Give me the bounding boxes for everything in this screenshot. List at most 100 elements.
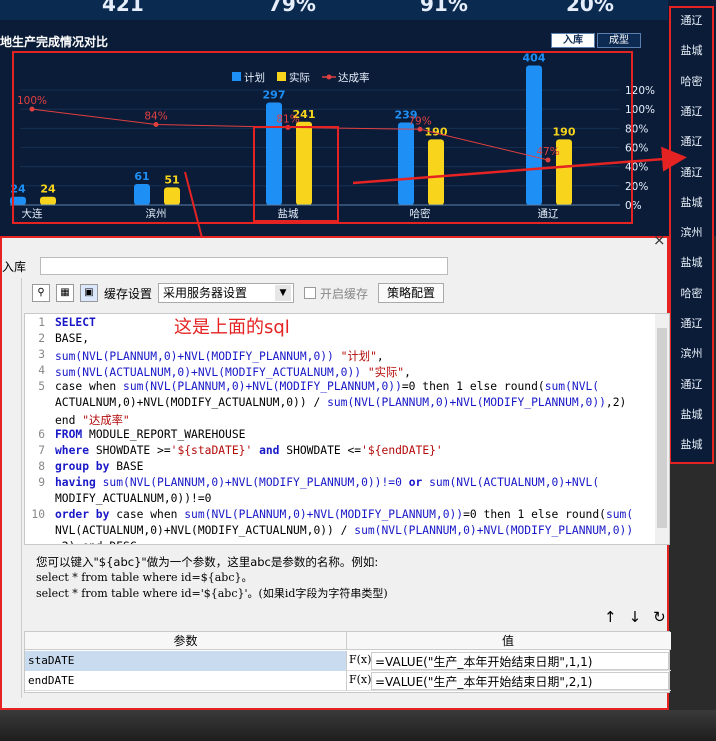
kpi-strip: 421 79% 91% 20% bbox=[0, 0, 668, 20]
bar-value-label: 61 bbox=[134, 170, 149, 183]
base-list-sidebar: 通辽 盐城 哈密 通辽 通辽 通辽 盐城 滨州 盐城 哈密 通辽 滨州 通辽 盐城 盐城 bbox=[669, 6, 714, 464]
cache-settings-label: 缓存设置 bbox=[104, 286, 153, 301]
sidebar-item[interactable]: 哈密 bbox=[671, 73, 712, 89]
params-header: 参数 值 bbox=[25, 632, 671, 650]
enable-cache-label: 开启缓存 bbox=[320, 286, 369, 301]
parameter-help: 您可以键入"${abc}"做为一个参数，这里abc是参数的名称。例如: sele… bbox=[36, 554, 388, 602]
bar bbox=[40, 196, 56, 205]
param-actions: ↑ ↓ ↻ bbox=[604, 608, 666, 626]
legend-swatch bbox=[277, 72, 286, 81]
policy-config-button[interactable]: 策略配置 bbox=[378, 283, 445, 303]
sidebar-item[interactable]: 哈密 bbox=[671, 285, 712, 301]
save-icon[interactable]: ▣ bbox=[80, 284, 98, 302]
help-line-2: select * from table where id=${abc}。 bbox=[36, 571, 253, 584]
line-number: 7 bbox=[38, 444, 45, 457]
params-table: 参数 值 staDATE F(x) =VALUE("生产_本年开始结束日期",1… bbox=[24, 631, 671, 693]
preview-icon[interactable]: ⚲ bbox=[32, 284, 50, 302]
sidebar-item[interactable]: 盐城 bbox=[671, 42, 712, 58]
sidebar-item[interactable]: 通辽 bbox=[671, 376, 712, 392]
legend-label: 达成率 bbox=[338, 71, 370, 84]
cache-select-value: 采用服务器设置 bbox=[163, 286, 248, 300]
sidebar-item[interactable]: 盐城 bbox=[671, 194, 712, 210]
dataset-name-input[interactable] bbox=[40, 257, 448, 275]
chevron-down-icon[interactable]: ▼ bbox=[275, 285, 292, 301]
y2-tick-label: 120% bbox=[625, 85, 655, 97]
bar-value-label: 24 bbox=[10, 183, 26, 196]
bar-value-label: 404 bbox=[523, 52, 546, 65]
param-row[interactable]: staDATE F(x) =VALUE("生产_本年开始结束日期",1,1) bbox=[25, 651, 671, 671]
sidebar-item[interactable]: 通辽 bbox=[671, 12, 712, 28]
rate-label: 79% bbox=[408, 115, 431, 127]
line-number: 6 bbox=[38, 428, 45, 441]
dashboard: 421 79% 91% 20% 地生产完成情况对比 入库 成型 0% 20% 40%… bbox=[0, 0, 716, 236]
bottom-bar bbox=[0, 710, 716, 741]
production-chart: 0% 20% 40% 60% 80% 100% 120% 计划 实际 达成率 24 24 大连 61 51 滨… bbox=[10, 52, 655, 220]
close-icon[interactable]: × bbox=[653, 231, 666, 249]
kpi-value-2: 79% bbox=[268, 0, 316, 16]
help-line-3: select * from table where id='${abc}'。(如… bbox=[36, 587, 388, 600]
line-number: 9 bbox=[38, 476, 45, 489]
rate-label: 84% bbox=[144, 111, 167, 123]
rate-point bbox=[285, 124, 291, 130]
sidebar-item[interactable]: 盐城 bbox=[671, 406, 712, 422]
database-icon[interactable]: ▦ bbox=[56, 284, 74, 302]
param-value-input[interactable]: =VALUE("生产_本年开始结束日期",2,1) bbox=[371, 672, 669, 690]
line-number: 5 bbox=[38, 380, 45, 393]
rate-point bbox=[545, 157, 551, 163]
bar-value-label: 297 bbox=[263, 88, 286, 101]
bar bbox=[428, 139, 444, 205]
sidebar-item[interactable]: 滨州 bbox=[671, 224, 712, 240]
y2-tick-label: 40% bbox=[625, 162, 648, 174]
param-value-input[interactable]: =VALUE("生产_本年开始结束日期",1,1) bbox=[371, 652, 669, 670]
rate-label: 47% bbox=[536, 146, 559, 158]
refresh-icon[interactable]: ↻ bbox=[653, 608, 666, 626]
y2-tick-label: 100% bbox=[625, 104, 655, 116]
line-number: 4 bbox=[38, 364, 45, 377]
param-name-header: 参数 bbox=[25, 632, 347, 650]
sql-editor[interactable]: 1 SELECT 2 BASE, 3 sum(NVL(PLANNUM,0)+NVL(MOD… bbox=[24, 313, 670, 545]
legend-swatch bbox=[232, 72, 241, 81]
sidebar-item[interactable]: 滨州 bbox=[671, 345, 712, 361]
sidebar-item[interactable]: 通辽 bbox=[671, 164, 712, 180]
left-strip bbox=[2, 278, 22, 698]
sidebar-item[interactable]: 通辽 bbox=[671, 103, 712, 119]
sidebar-item[interactable]: 盐城 bbox=[671, 436, 712, 452]
annotation-text: 这是上面的sql bbox=[174, 317, 290, 338]
line-number: 2 bbox=[38, 332, 45, 345]
bar-value-label: 190 bbox=[425, 125, 448, 138]
formula-icon[interactable]: F(x) bbox=[349, 652, 371, 670]
editor-scrollbar[interactable] bbox=[655, 314, 669, 544]
sidebar-item[interactable]: 通辽 bbox=[671, 133, 712, 149]
line-number: 1 bbox=[38, 316, 45, 329]
arrow-down-icon[interactable]: ↓ bbox=[629, 608, 642, 626]
line-number: 8 bbox=[38, 460, 45, 473]
y2-tick-label: 20% bbox=[625, 181, 648, 193]
formula-icon[interactable]: F(x) bbox=[349, 672, 371, 690]
param-name: endDATE bbox=[25, 671, 347, 691]
sidebar-item[interactable]: 盐城 bbox=[671, 254, 712, 270]
bar-value-label: 24 bbox=[40, 183, 56, 196]
enable-cache-checkbox[interactable] bbox=[304, 287, 317, 299]
bar bbox=[296, 121, 312, 205]
dataset-dialog: × 入库 ⚲ ▦ ▣ 缓存设置 采用服务器设置 ▼ 开启缓存 策略配置 1 SEL… bbox=[0, 231, 671, 710]
cache-settings-select[interactable]: 采用服务器设置 ▼ bbox=[158, 283, 295, 303]
bar bbox=[164, 187, 180, 205]
category-label: 哈密 bbox=[410, 207, 431, 220]
sql-toolbar: ⚲ ▦ ▣ 缓存设置 采用服务器设置 ▼ 开启缓存 策略配置 bbox=[32, 282, 445, 304]
legend-dot bbox=[326, 74, 332, 80]
y2-tick-label: 60% bbox=[625, 143, 648, 155]
sidebar-item[interactable]: 通辽 bbox=[671, 315, 712, 331]
dataset-name-label: 入库 bbox=[2, 260, 27, 274]
y2-tick-label: 0% bbox=[625, 200, 642, 212]
rate-point bbox=[417, 126, 423, 132]
param-value-header: 值 bbox=[501, 634, 514, 648]
line-number: 3 bbox=[38, 348, 45, 361]
kpi-value-4: 20% bbox=[566, 0, 614, 16]
line-number: 10 bbox=[31, 508, 45, 521]
bar bbox=[526, 65, 542, 206]
legend-label: 实际 bbox=[289, 71, 310, 84]
bar-value-label: 51 bbox=[164, 173, 179, 186]
param-row[interactable]: endDATE F(x) =VALUE("生产_本年开始结束日期",2,1) bbox=[25, 671, 671, 691]
arrow-up-icon[interactable]: ↑ bbox=[604, 608, 617, 626]
bar bbox=[398, 122, 414, 205]
